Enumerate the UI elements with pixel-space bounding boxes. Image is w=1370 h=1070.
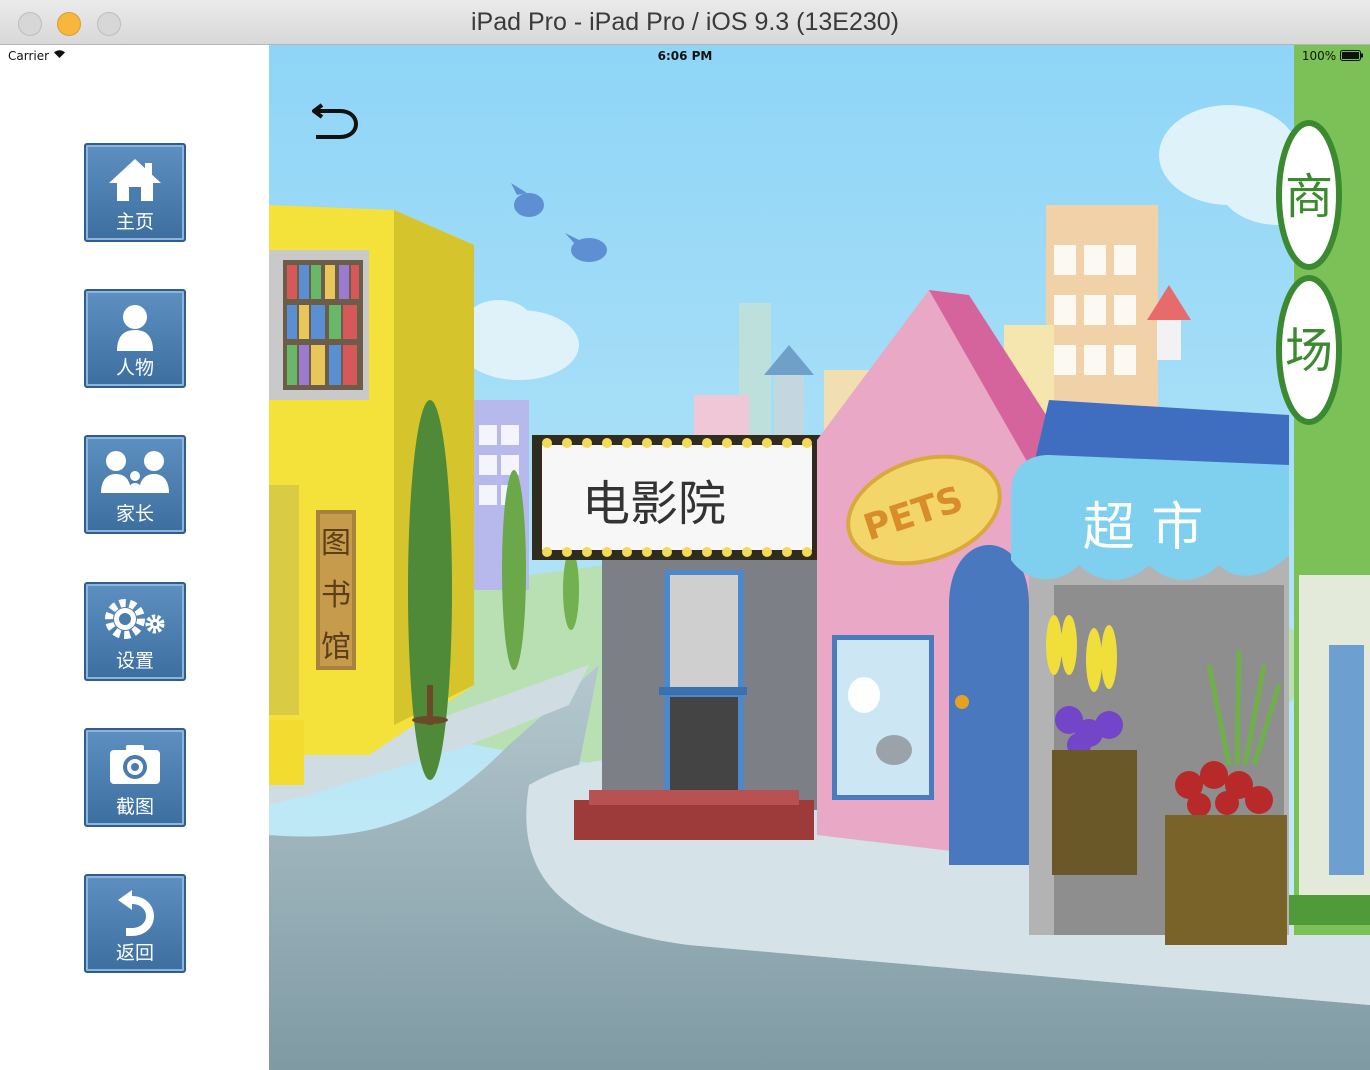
window-title: iPad Pro - iPad Pro / iOS 9.3 (13E230) <box>471 8 899 36</box>
settings-button[interactable]: 设置 <box>84 582 186 681</box>
return-icon <box>86 888 184 938</box>
battery-icon <box>1340 50 1363 61</box>
return-label: 返回 <box>115 942 154 964</box>
person-icon <box>86 303 184 353</box>
home-label: 主页 <box>115 211 154 233</box>
mall-sign-char: 场 <box>1285 323 1333 379</box>
person-button[interactable]: 人物 <box>84 289 186 388</box>
scene-back-icon[interactable] <box>310 97 362 143</box>
mall-sign-char: 商 <box>1285 169 1333 225</box>
ipad-screen: 图 书 馆 电影院 PETS 超 市 商 场 主页 人物 家长 设置 截图 返回… <box>0 45 1370 1070</box>
home-icon <box>86 157 184 207</box>
gear-icon <box>86 596 184 646</box>
library-sign-char: 图 <box>321 526 351 561</box>
battery-indicator: 100% <box>1302 49 1364 63</box>
settings-label: 设置 <box>115 650 154 672</box>
street-scene[interactable]: 图 书 馆 电影院 PETS 超 市 商 场 <box>269 45 1370 1070</box>
status-time: 6:06 PM <box>657 49 713 63</box>
return-button[interactable]: 返回 <box>84 874 186 973</box>
home-button[interactable]: 主页 <box>84 143 186 242</box>
screenshot-button[interactable]: 截图 <box>84 728 186 827</box>
person-label: 人物 <box>115 357 154 379</box>
parents-button[interactable]: 家长 <box>84 435 186 534</box>
supermarket-sign: 超 市 <box>1083 498 1204 558</box>
parents-icon <box>86 449 184 499</box>
cinema-sign: 电影院 <box>582 476 726 532</box>
parents-label: 家长 <box>115 503 154 525</box>
sidebar: 主页 人物 家长 设置 截图 返回 <box>0 45 269 1070</box>
battery-percent: 100% <box>1301 49 1337 63</box>
window-titlebar: iPad Pro - iPad Pro / iOS 9.3 (13E230) <box>0 0 1370 45</box>
camera-icon <box>86 742 184 792</box>
library-sign-char: 馆 <box>321 630 351 665</box>
screenshot-label: 截图 <box>115 796 154 818</box>
library-sign-char: 书 <box>321 578 351 613</box>
